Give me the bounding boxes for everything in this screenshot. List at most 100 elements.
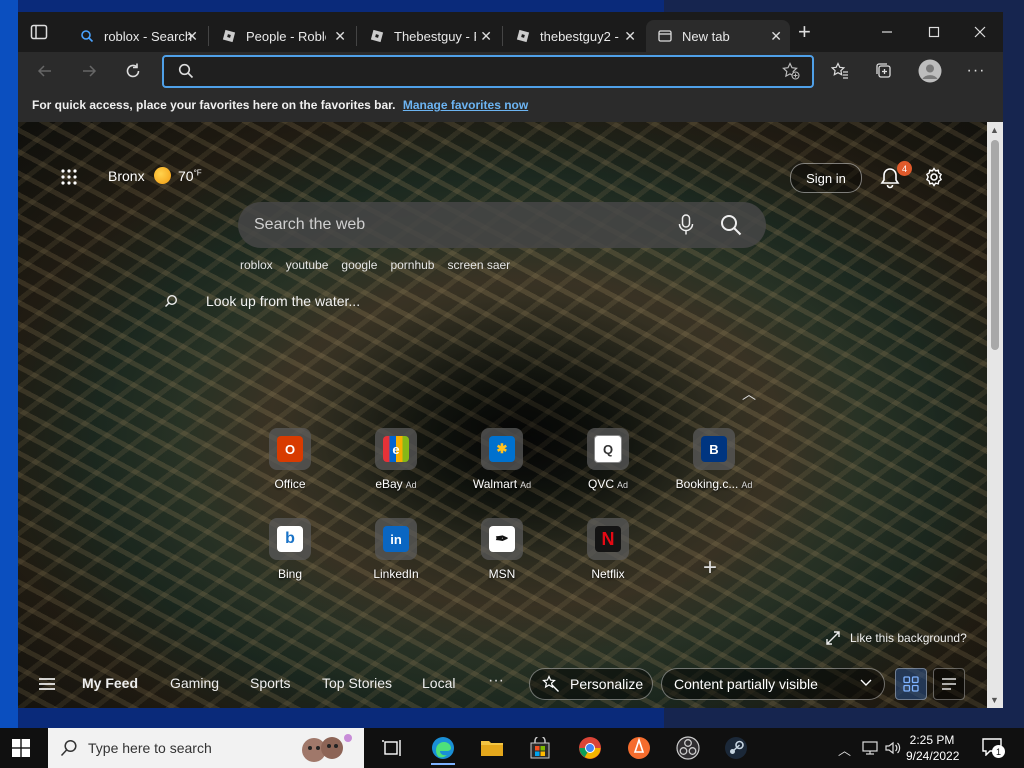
microphone-icon[interactable]	[678, 214, 694, 236]
refresh-button[interactable]	[122, 60, 144, 82]
tab-new-tab[interactable]: New tab ✕	[646, 20, 790, 52]
taskbar-chrome[interactable]	[578, 736, 602, 760]
weather-location[interactable]: Bronx	[108, 168, 145, 184]
netflix-icon: N	[595, 526, 621, 552]
close-tab-icon[interactable]: ✕	[334, 28, 346, 45]
task-view-button[interactable]	[380, 736, 404, 760]
taskbar-edge[interactable]	[431, 733, 455, 765]
list-view-button[interactable]	[933, 668, 965, 700]
bing-icon: b	[277, 526, 303, 552]
tile-label: QVC Ad	[568, 477, 648, 491]
favorites-button[interactable]	[829, 60, 851, 82]
trending-item[interactable]: roblox	[240, 258, 273, 272]
profile-button[interactable]	[917, 58, 943, 84]
quick-link-netflix[interactable]: N Netflix	[568, 518, 648, 581]
action-center-button[interactable]: 1	[982, 738, 1005, 758]
maximize-icon	[928, 26, 940, 38]
tile-label: MSN	[462, 567, 542, 581]
quick-link-qvc[interactable]: Q QVC Ad	[568, 428, 648, 491]
personalize-button[interactable]: Personalize	[529, 668, 653, 700]
taskbar-steam[interactable]	[724, 736, 748, 760]
tab-actions-icon[interactable]	[30, 23, 48, 41]
collections-button[interactable]	[873, 60, 895, 82]
taskbar-app-orange[interactable]	[627, 736, 651, 760]
tab-people-roblox[interactable]: People - Roblox ✕	[210, 20, 354, 52]
more-feed-tabs-icon[interactable]: ···	[488, 672, 504, 690]
feed-tab-sports[interactable]: Sports	[250, 675, 290, 691]
manage-favorites-link[interactable]: Manage favorites now	[403, 98, 528, 112]
tab-roblox-search[interactable]: roblox - Search ✕	[68, 20, 206, 52]
tab-thebestguy2[interactable]: thebestguy2 - ✕	[504, 20, 644, 52]
feed-tab-local[interactable]: Local	[422, 675, 455, 691]
tab-title: thebestguy2 -	[540, 28, 619, 44]
taskbar-obs[interactable]	[676, 736, 700, 760]
add-favorite-icon[interactable]	[782, 62, 800, 80]
gear-icon[interactable]	[924, 167, 944, 187]
list-view-icon	[942, 678, 956, 690]
close-tab-icon[interactable]: ✕	[186, 28, 198, 45]
feed-tab-my-feed[interactable]: My Feed	[82, 675, 138, 691]
taskbar-file-explorer[interactable]	[480, 736, 504, 760]
network-icon[interactable]	[862, 740, 880, 756]
close-tab-icon[interactable]: ✕	[770, 28, 782, 45]
feed-tab-gaming[interactable]: Gaming	[170, 675, 219, 691]
minimize-button[interactable]	[864, 18, 910, 46]
scroll-down-arrow-icon[interactable]: ▼	[990, 695, 999, 705]
image-search-prompt[interactable]: Look up from the water...	[206, 293, 360, 309]
add-shortcut-icon[interactable]: +	[703, 554, 717, 582]
search-icon[interactable]	[720, 214, 742, 236]
quick-link-bing[interactable]: b Bing	[250, 518, 330, 581]
close-tab-icon[interactable]: ✕	[624, 28, 636, 45]
show-hidden-icons-chevron-icon[interactable]: ︿	[838, 740, 851, 759]
roblox-icon	[370, 29, 384, 43]
settings-more-button[interactable]: ···	[965, 60, 987, 82]
tile-icon-box: in	[375, 518, 417, 560]
web-search-box[interactable]: Search the web	[238, 202, 766, 248]
tile-label: LinkedIn	[356, 567, 436, 581]
quick-link-msn[interactable]: ✒ MSN	[462, 518, 542, 581]
back-button[interactable]	[34, 60, 56, 82]
task-view-icon	[382, 740, 401, 756]
scrollbar-thumb[interactable]	[991, 140, 999, 350]
tile-label: Office	[250, 477, 330, 491]
system-clock[interactable]: 2:25 PM 9/24/2022	[906, 732, 959, 764]
trending-item[interactable]: youtube	[286, 258, 329, 272]
address-input[interactable]	[204, 61, 768, 83]
maximize-button[interactable]	[911, 18, 957, 46]
new-tab-button[interactable]: +	[798, 21, 811, 43]
new-tab-page: Bronx 70°F Sign in 4 Search the web robl…	[18, 122, 987, 708]
address-bar[interactable]	[162, 55, 814, 88]
close-tab-icon[interactable]: ✕	[480, 28, 492, 45]
taskbar-search-box[interactable]: Type here to search	[48, 728, 364, 768]
app-launcher-icon[interactable]	[60, 168, 78, 186]
volume-icon[interactable]	[884, 740, 902, 756]
trending-item[interactable]: google	[341, 258, 377, 272]
feed-tab-top-stories[interactable]: Top Stories	[322, 675, 392, 691]
chevron-up-icon[interactable]: ︿	[742, 384, 756, 404]
close-window-button[interactable]	[957, 18, 1003, 46]
content-visibility-dropdown[interactable]: Content partially visible	[661, 668, 885, 700]
sign-in-button[interactable]: Sign in	[790, 163, 862, 193]
quick-link-linkedin[interactable]: in LinkedIn	[356, 518, 436, 581]
browser-window: roblox - Search ✕ People - Roblox ✕ Theb…	[18, 12, 1003, 708]
taskbar-store[interactable]	[528, 736, 552, 760]
forward-button[interactable]	[78, 60, 100, 82]
quick-link-ebay[interactable]: e eBay Ad	[356, 428, 436, 491]
tile-icon-box: b	[269, 518, 311, 560]
chrome-icon	[579, 737, 601, 759]
hamburger-menu-icon[interactable]	[38, 677, 56, 691]
forward-arrow-icon	[83, 65, 97, 77]
trending-item[interactable]: pornhub	[390, 258, 434, 272]
quick-link-office[interactable]: O Office	[250, 428, 330, 491]
page-scrollbar[interactable]: ▲ ▼	[987, 122, 1003, 708]
grid-view-button[interactable]	[895, 668, 927, 700]
trending-item[interactable]: screen saer	[447, 258, 510, 272]
quick-link-walmart[interactable]: ✱ Walmart Ad	[462, 428, 542, 491]
quick-link-booking[interactable]: B Booking.c... Ad	[674, 428, 754, 491]
windows-start-icon[interactable]	[12, 739, 30, 757]
tab-thebestguy[interactable]: Thebestguy - R ✕	[358, 20, 500, 52]
origin-icon	[628, 737, 650, 759]
weather-temperature[interactable]: 70°F	[178, 168, 202, 184]
scroll-up-arrow-icon[interactable]: ▲	[990, 125, 999, 135]
like-background-button[interactable]: Like this background?	[826, 631, 967, 645]
